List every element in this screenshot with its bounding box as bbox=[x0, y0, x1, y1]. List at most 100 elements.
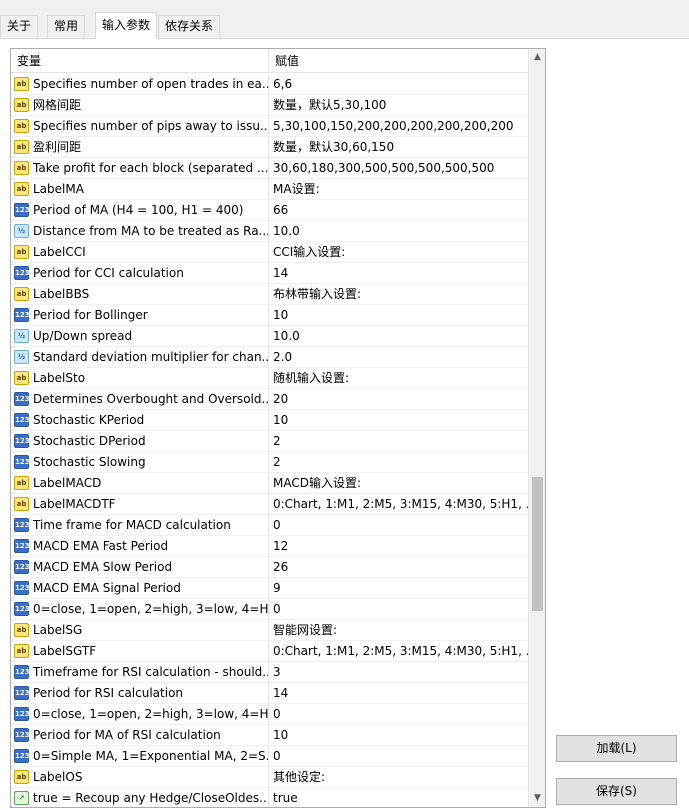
value-cell[interactable]: 5,30,100,150,200,200,200,200,200,200 bbox=[269, 116, 529, 137]
integer-type-icon: 123 bbox=[14, 686, 30, 700]
table-row[interactable]: 123 MACD EMA Fast Period 12 bbox=[11, 536, 529, 557]
table-row[interactable]: 123 0=close, 1=open, 2=high, 3=low, 4=H..… bbox=[11, 599, 529, 620]
table-row[interactable]: ab LabelMACDTF 0:Chart, 1:M1, 2:M5, 3:M15,… bbox=[11, 494, 529, 515]
double-type-icon: ½ bbox=[14, 350, 29, 364]
tab-common[interactable]: 常用 bbox=[47, 15, 86, 38]
scroll-up-icon[interactable]: ▲ bbox=[529, 49, 545, 66]
variable-name-label: Take profit for each block (separated ..… bbox=[33, 161, 269, 175]
table-row[interactable]: 123 Period for RSI calculation 14 bbox=[11, 683, 529, 704]
variable-name-label: MACD EMA Signal Period bbox=[33, 581, 181, 595]
variable-name-label: Timeframe for RSI calculation - should..… bbox=[33, 665, 269, 679]
value-cell[interactable]: CCI输入设置: bbox=[269, 242, 529, 263]
variable-name-label: LabelBBS bbox=[33, 287, 90, 301]
variable-name-label: LabelSto bbox=[33, 371, 86, 385]
value-cell[interactable]: 0:Chart, 1:M1, 2:M5, 3:M15, 4:M30, 5:H1,… bbox=[269, 494, 529, 515]
value-cell[interactable]: 0 bbox=[269, 746, 529, 767]
variable-name-cell: 123 Period for CCI calculation bbox=[11, 263, 269, 284]
save-button[interactable]: 保存(S) bbox=[556, 778, 677, 805]
value-cell[interactable]: true bbox=[269, 788, 529, 807]
table-row[interactable]: ab LabelSG 智能网设置: bbox=[11, 620, 529, 641]
value-cell[interactable]: 66 bbox=[269, 200, 529, 221]
value-cell[interactable]: 30,60,180,300,500,500,500,500,500 bbox=[269, 158, 529, 179]
double-type-icon: ½ bbox=[14, 224, 29, 238]
column-header-value[interactable]: 赋值 bbox=[269, 49, 529, 73]
variable-name-cell: 123 Stochastic KPeriod bbox=[11, 410, 269, 431]
table-row[interactable]: 123 Stochastic Slowing 2 bbox=[11, 452, 529, 473]
column-header-variable[interactable]: 变量 bbox=[11, 49, 269, 73]
table-row[interactable]: ab LabelMA MA设置: bbox=[11, 179, 529, 200]
value-cell[interactable]: MACD输入设置: bbox=[269, 473, 529, 494]
value-cell[interactable]: 布林带输入设置: bbox=[269, 284, 529, 305]
value-cell[interactable]: 10 bbox=[269, 725, 529, 746]
value-cell[interactable]: MA设置: bbox=[269, 179, 529, 200]
table-row[interactable]: ab LabelBBS 布林带输入设置: bbox=[11, 284, 529, 305]
value-cell[interactable]: 6,6 bbox=[269, 74, 529, 95]
table-row[interactable]: 123 MACD EMA Signal Period 9 bbox=[11, 578, 529, 599]
value-cell[interactable]: 20 bbox=[269, 389, 529, 410]
table-row[interactable]: 123 0=Simple MA, 1=Exponential MA, 2=S...… bbox=[11, 746, 529, 767]
value-cell[interactable]: 数量，默认5,30,100 bbox=[269, 95, 529, 116]
value-cell[interactable]: 14 bbox=[269, 683, 529, 704]
table-row[interactable]: 123 Timeframe for RSI calculation - shoul… bbox=[11, 662, 529, 683]
value-cell[interactable]: 0 bbox=[269, 515, 529, 536]
table-row[interactable]: 123 Period for Bollinger 10 bbox=[11, 305, 529, 326]
table-row[interactable]: 123 Determines Overbought and Oversold...… bbox=[11, 389, 529, 410]
value-cell[interactable]: 智能网设置: bbox=[269, 620, 529, 641]
table-row[interactable]: 123 0=close, 1=open, 2=high, 3=low, 4=H..… bbox=[11, 704, 529, 725]
tab-about[interactable]: 关于 bbox=[0, 15, 39, 38]
table-row[interactable]: ↗ true = Recoup any Hedge/CloseOldes... tr… bbox=[11, 788, 529, 807]
value-cell[interactable]: 3 bbox=[269, 662, 529, 683]
variable-name-cell: ab 网格间距 bbox=[11, 95, 269, 116]
table-row[interactable]: ab LabelSGTF 0:Chart, 1:M1, 2:M5, 3:M15, 4… bbox=[11, 641, 529, 662]
table-row[interactable]: ab LabelMACD MACD输入设置: bbox=[11, 473, 529, 494]
vertical-scrollbar[interactable]: ▲ ▼ bbox=[528, 49, 545, 807]
value-cell[interactable]: 14 bbox=[269, 263, 529, 284]
value-cell[interactable]: 其他设定: bbox=[269, 767, 529, 788]
table-row[interactable]: ab LabelOS 其他设定: bbox=[11, 767, 529, 788]
tab-dependencies[interactable]: 依存关系 bbox=[158, 15, 221, 38]
load-button[interactable]: 加载(L) bbox=[556, 735, 677, 762]
table-row[interactable]: 123 Period for CCI calculation 14 bbox=[11, 263, 529, 284]
table-row[interactable]: ab Specifies number of pips away to issu.… bbox=[11, 116, 529, 137]
table-row[interactable]: 123 Time frame for MACD calculation 0 bbox=[11, 515, 529, 536]
value-cell[interactable]: 0 bbox=[269, 704, 529, 725]
value-cell[interactable]: 2.0 bbox=[269, 347, 529, 368]
table-row[interactable]: 123 Stochastic KPeriod 10 bbox=[11, 410, 529, 431]
variable-name-label: Period for CCI calculation bbox=[33, 266, 184, 280]
table-row[interactable]: ½ Distance from MA to be treated as Ra...… bbox=[11, 221, 529, 242]
table-row[interactable]: 123 Stochastic DPeriod 2 bbox=[11, 431, 529, 452]
table-row[interactable]: ab Specifies number of open trades in ea.… bbox=[11, 74, 529, 95]
value-cell[interactable]: 10 bbox=[269, 410, 529, 431]
value-cell[interactable]: 12 bbox=[269, 536, 529, 557]
variable-name-label: LabelMA bbox=[33, 182, 84, 196]
table-row[interactable]: 123 Period of MA (H4 = 100, H1 = 400) 66 bbox=[11, 200, 529, 221]
scroll-thumb[interactable] bbox=[532, 477, 543, 611]
double-type-icon: ½ bbox=[14, 329, 29, 343]
value-cell[interactable]: 0 bbox=[269, 599, 529, 620]
variable-name-label: MACD EMA Slow Period bbox=[33, 560, 173, 574]
table-row[interactable]: ½ Up/Down spread 10.0 bbox=[11, 326, 529, 347]
table-row[interactable]: 123 MACD EMA Slow Period 26 bbox=[11, 557, 529, 578]
value-cell[interactable]: 2 bbox=[269, 431, 529, 452]
value-cell[interactable]: 10.0 bbox=[269, 221, 529, 242]
value-cell[interactable]: 10.0 bbox=[269, 326, 529, 347]
variable-name-label: Specifies number of open trades in ea... bbox=[33, 77, 269, 91]
table-row[interactable]: ab 盈利间距 数量，默认30,60,150 bbox=[11, 137, 529, 158]
table-row[interactable]: 123 Period for MA of RSI calculation 10 bbox=[11, 725, 529, 746]
table-row[interactable]: ½ Standard deviation multiplier for chan.… bbox=[11, 347, 529, 368]
tab-inputs[interactable]: 输入参数 bbox=[95, 12, 158, 39]
value-cell[interactable]: 10 bbox=[269, 305, 529, 326]
table-row[interactable]: ab LabelSto 随机输入设置: bbox=[11, 368, 529, 389]
value-cell[interactable]: 0:Chart, 1:M1, 2:M5, 3:M15, 4:M30, 5:H1,… bbox=[269, 641, 529, 662]
table-row[interactable]: ab 网格间距 数量，默认5,30,100 bbox=[11, 95, 529, 116]
value-cell[interactable]: 26 bbox=[269, 557, 529, 578]
string-type-icon: ab bbox=[14, 623, 29, 637]
table-row[interactable]: ab Take profit for each block (separated … bbox=[11, 158, 529, 179]
integer-type-icon: 123 bbox=[14, 203, 30, 217]
value-cell[interactable]: 随机输入设置: bbox=[269, 368, 529, 389]
scroll-down-icon[interactable]: ▼ bbox=[529, 790, 545, 807]
value-cell[interactable]: 9 bbox=[269, 578, 529, 599]
value-cell[interactable]: 2 bbox=[269, 452, 529, 473]
table-row[interactable]: ab LabelCCI CCI输入设置: bbox=[11, 242, 529, 263]
value-cell[interactable]: 数量，默认30,60,150 bbox=[269, 137, 529, 158]
